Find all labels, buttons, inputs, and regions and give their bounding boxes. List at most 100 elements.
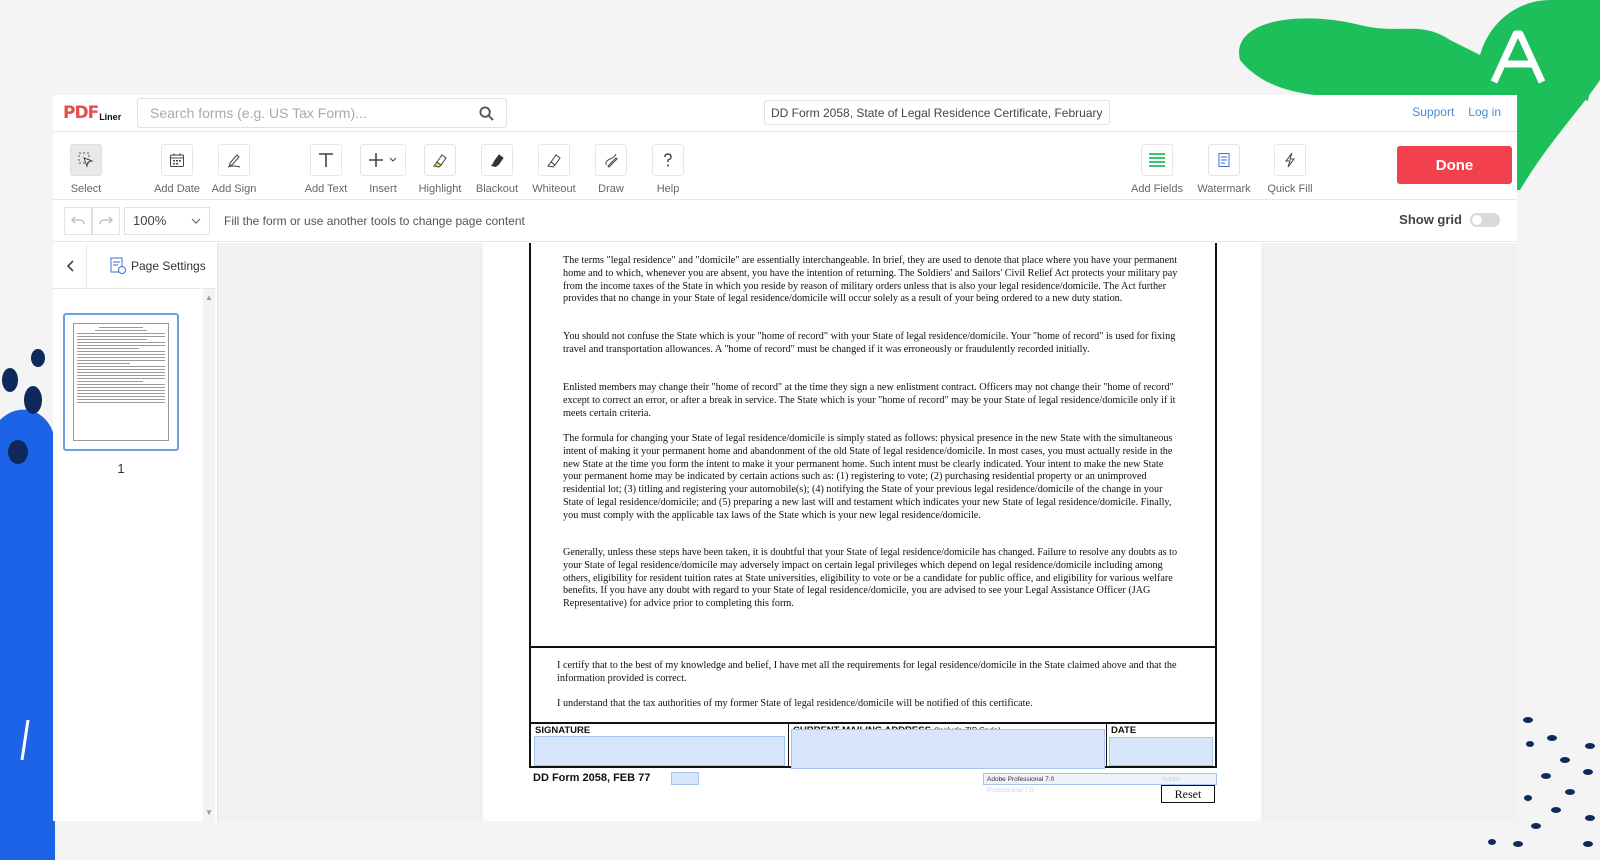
reset-button[interactable]: Reset xyxy=(1161,785,1215,803)
support-link[interactable]: Support xyxy=(1412,105,1454,119)
tool-label: Highlight xyxy=(418,183,462,195)
history-controls xyxy=(64,206,120,235)
date-field[interactable] xyxy=(1109,737,1213,766)
sidebar-header: Page Settings xyxy=(53,242,217,289)
fields-icon xyxy=(1141,144,1173,176)
tool-label: Insert xyxy=(369,183,397,195)
tool-label: Draw xyxy=(598,183,624,195)
blackout-icon xyxy=(481,144,513,176)
app-logo[interactable]: PDF Liner xyxy=(63,103,129,123)
tool-watermark[interactable]: Watermark xyxy=(1194,144,1254,195)
tool-label: Add Date xyxy=(154,183,200,195)
top-bar: PDF Liner DD Form 2058, State of Legal R… xyxy=(53,95,1517,132)
chevron-left-icon xyxy=(66,259,74,272)
signature-label: SIGNATURE xyxy=(535,725,591,736)
paragraph-enlisted: Enlisted members may change their "home … xyxy=(563,382,1176,419)
text-icon xyxy=(310,144,342,176)
zoom-value: 100% xyxy=(133,213,167,228)
search-box xyxy=(137,98,507,128)
certify-text: I certify that to the best of my knowled… xyxy=(557,660,1177,684)
highlighter-icon xyxy=(424,144,456,176)
page-settings-label: Page Settings xyxy=(131,258,206,273)
pdf-editor-window: PDF Liner DD Form 2058, State of Legal R… xyxy=(53,95,1517,821)
paragraph-legal-residence: The terms "legal residence" and "domicil… xyxy=(563,255,1178,305)
collapse-sidebar-button[interactable] xyxy=(53,242,87,289)
form-id-field[interactable] xyxy=(671,772,699,785)
tool-label: Watermark xyxy=(1197,183,1251,195)
undo-icon xyxy=(71,216,85,224)
grid-switch[interactable] xyxy=(1470,212,1500,227)
address-field[interactable] xyxy=(791,729,1105,769)
eraser-icon xyxy=(538,144,570,176)
logo-main: PDF xyxy=(63,103,99,123)
tool-add-date[interactable]: Add Date xyxy=(147,144,207,195)
tool-select[interactable]: Select xyxy=(56,144,116,195)
redo-button[interactable] xyxy=(92,206,120,235)
paragraph-generally: Generally, unless these steps have been … xyxy=(563,547,1178,610)
tool-help[interactable]: Help xyxy=(638,144,698,195)
scroll-down-icon[interactable]: ▼ xyxy=(205,808,213,817)
top-links: Support Log in xyxy=(1412,105,1501,119)
blue-decoration xyxy=(0,349,55,860)
cursor-icon xyxy=(70,144,102,176)
date-label: DATE xyxy=(1111,725,1137,736)
undo-button[interactable] xyxy=(64,206,92,235)
search-input[interactable] xyxy=(150,105,450,121)
page-thumbnail[interactable] xyxy=(63,313,179,451)
done-button[interactable]: Done xyxy=(1397,146,1512,184)
page-settings-button[interactable]: Page Settings xyxy=(109,257,206,275)
logo-sub: Liner xyxy=(99,112,122,122)
redo-icon xyxy=(99,216,113,224)
tool-blackout[interactable]: Blackout xyxy=(467,144,527,195)
pdf-page[interactable]: The terms "legal residence" and "domicil… xyxy=(483,243,1261,821)
hint-text: Fill the form or use another tools to ch… xyxy=(224,213,525,228)
adobe-text: Adobe Professional 7.0 xyxy=(987,776,1055,783)
sidebar-scrollbar[interactable]: ▲ ▼ xyxy=(203,289,215,821)
paragraph-home-of-record: You should not confuse the State which i… xyxy=(563,331,1176,355)
plus-icon xyxy=(360,144,406,176)
certification-section: I certify that to the best of my knowled… xyxy=(531,646,1215,724)
tool-label: Add Sign xyxy=(211,183,257,195)
tool-draw[interactable]: Draw xyxy=(581,144,641,195)
adobe-field[interactable]: Adobe Professional 7.0 Adobe Professional… xyxy=(983,773,1217,794)
tool-label: Add Fields xyxy=(1131,183,1183,195)
tool-add-text[interactable]: Add Text xyxy=(296,144,356,195)
draw-icon xyxy=(595,144,627,176)
tool-label: Select xyxy=(70,183,102,195)
zoom-select[interactable]: 100% xyxy=(124,206,210,235)
toolbar: Select Add Date Add Sign Add Text Insert… xyxy=(53,132,1517,200)
pen-sign-icon xyxy=(218,144,250,176)
form-frame: The terms "legal residence" and "domicil… xyxy=(529,243,1217,769)
form-id-label: DD Form 2058, FEB 77 xyxy=(533,772,651,784)
tool-label: Quick Fill xyxy=(1267,183,1313,195)
tool-quick-fill[interactable]: Quick Fill xyxy=(1260,144,1320,195)
tool-label: Help xyxy=(656,183,680,195)
tool-label: Whiteout xyxy=(532,183,576,195)
scroll-up-icon[interactable]: ▲ xyxy=(205,293,213,302)
search-icon[interactable] xyxy=(479,105,494,121)
page-number: 1 xyxy=(117,461,125,476)
calendar-icon xyxy=(161,144,193,176)
question-icon xyxy=(652,144,684,176)
document-title[interactable]: DD Form 2058, State of Legal Residence C… xyxy=(764,100,1110,125)
tool-whiteout[interactable]: Whiteout xyxy=(524,144,584,195)
show-grid-toggle[interactable]: Show grid xyxy=(1399,212,1500,227)
tool-insert[interactable]: Insert xyxy=(353,144,413,195)
workspace: Page Settings 1 ▲ ▼ The terms "legal res… xyxy=(53,242,1517,821)
page-settings-icon xyxy=(110,257,126,274)
signature-field[interactable] xyxy=(534,736,785,766)
tool-add-sign[interactable]: Add Sign xyxy=(204,144,264,195)
tool-label: Add Text xyxy=(304,183,348,195)
signature-row: SIGNATURE CURRENT MAILING ADDRESS (Inclu… xyxy=(531,722,1215,769)
tool-label: Blackout xyxy=(475,183,519,195)
understand-text: I understand that the tax authorities of… xyxy=(557,698,1033,709)
watermark-icon xyxy=(1208,144,1240,176)
sub-toolbar: 100% Fill the form or use another tools … xyxy=(53,200,1517,242)
show-grid-label: Show grid xyxy=(1399,212,1462,227)
tool-add-fields[interactable]: Add Fields xyxy=(1127,144,1187,195)
paragraph-formula: The formula for changing your State of l… xyxy=(563,433,1173,521)
tool-highlight[interactable]: Highlight xyxy=(410,144,470,195)
lightning-icon xyxy=(1274,144,1306,176)
thumbnail-preview xyxy=(73,323,169,441)
login-link[interactable]: Log in xyxy=(1468,105,1501,119)
